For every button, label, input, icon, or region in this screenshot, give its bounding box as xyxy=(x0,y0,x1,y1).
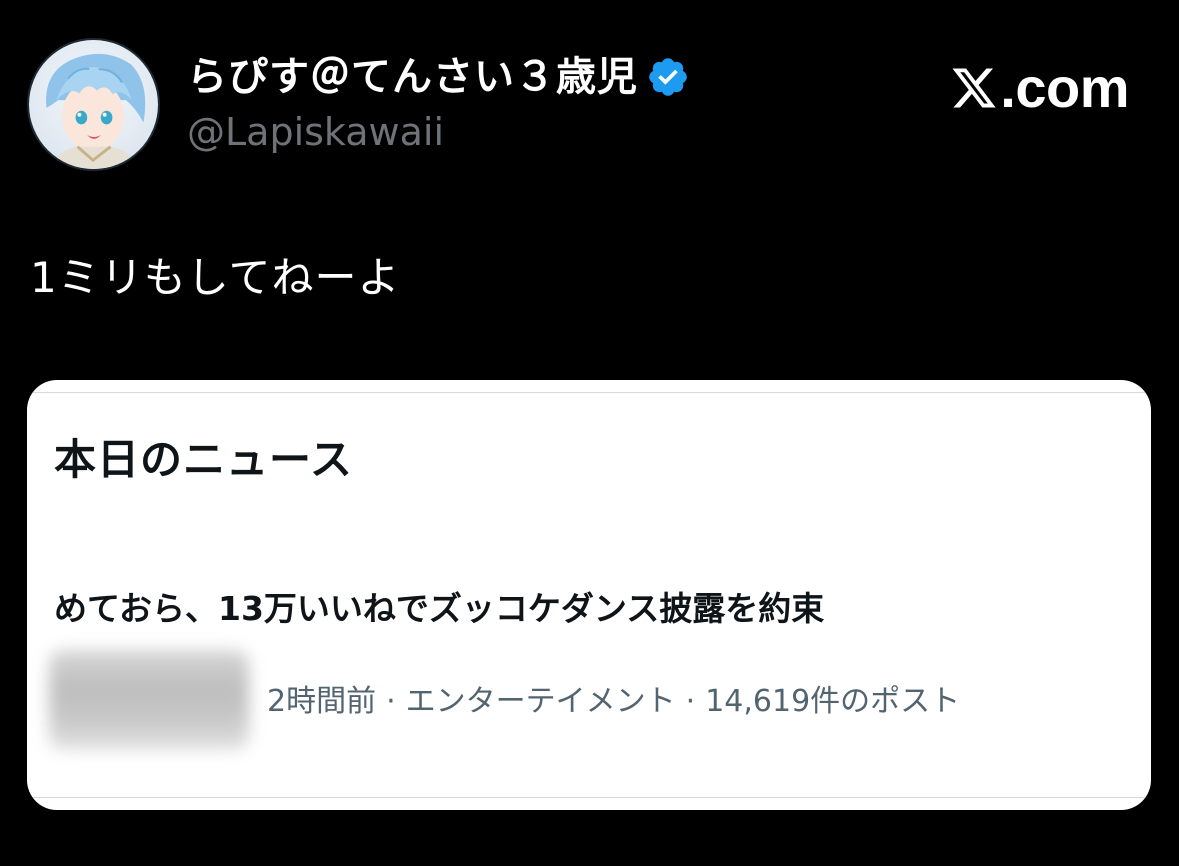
display-name-row: らぴす＠てんさい３歳児 xyxy=(187,50,690,104)
card-divider-top xyxy=(27,392,1151,393)
avatar-illustration xyxy=(29,40,158,169)
x-logo-icon xyxy=(952,68,996,108)
news-section-heading: 本日のニュース xyxy=(54,435,353,484)
blurred-thumbnail xyxy=(49,650,249,750)
avatar[interactable] xyxy=(27,38,160,171)
embedded-screenshot-card[interactable]: 本日のニュース めておら、13万いいねでズッコケダンス披露を約束 2時間前 · … xyxy=(27,380,1151,810)
card-divider-bottom xyxy=(27,797,1151,798)
x-com-brand: .com xyxy=(950,58,1129,118)
tweet-text: 1ミリもしてねーよ xyxy=(30,253,401,302)
news-headline[interactable]: めておら、13万いいねでズッコケダンス披露を約束 xyxy=(54,585,824,633)
meta-separator: · xyxy=(386,684,396,719)
news-time: 2時間前 xyxy=(267,684,377,719)
news-meta: 2時間前 · エンターテイメント · 14,619件のポスト xyxy=(267,680,960,724)
news-category: エンターテイメント xyxy=(405,684,676,719)
brand-domain-text: .com xyxy=(1000,56,1129,119)
verified-badge-icon xyxy=(649,58,687,96)
user-handle[interactable]: @Lapiskawaii xyxy=(187,108,444,156)
meta-separator: · xyxy=(685,684,696,719)
news-post-count: 14,619件のポスト xyxy=(705,684,961,719)
tweet-screenshot: らぴす＠てんさい３歳児 @Lapiskawaii .com 1ミリもしてねーよ … xyxy=(0,0,1179,866)
display-name[interactable]: らぴす＠てんさい３歳児 xyxy=(187,50,638,104)
